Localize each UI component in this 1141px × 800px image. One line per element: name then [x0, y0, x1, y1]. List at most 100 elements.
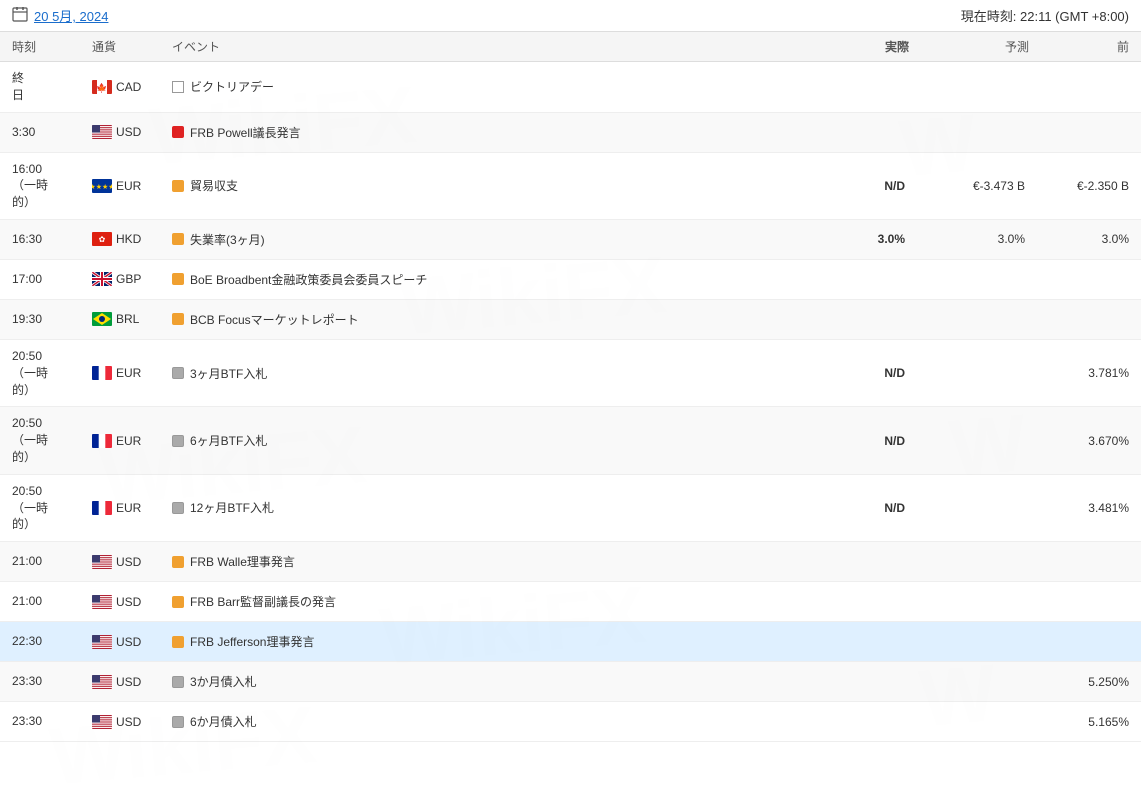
event-name: 12ヶ月BTF入札	[172, 491, 789, 524]
event-currency: USD	[92, 587, 172, 617]
currency-flag	[92, 125, 112, 139]
col-time: 時刻	[12, 38, 92, 55]
event-prev: 3.481%	[1029, 493, 1129, 523]
currency-code: CAD	[116, 80, 141, 94]
event-name: ビクトリアデー	[172, 70, 789, 103]
currency-code: EUR	[116, 501, 141, 515]
event-time: 20:50（一時的）	[12, 475, 92, 541]
event-currency: USD	[92, 667, 172, 697]
event-currency: EUR	[92, 426, 172, 456]
current-time: 現在時刻: 22:11 (GMT +8:00)	[961, 6, 1129, 25]
currency-flag	[92, 555, 112, 569]
event-currency: USD	[92, 117, 172, 147]
event-forecast	[909, 124, 1029, 140]
event-name: FRB Powell議長発言	[172, 116, 789, 149]
event-time: 21:00	[12, 545, 92, 578]
event-actual	[789, 674, 909, 690]
table-row[interactable]: 23:30 USD 3か月債入札 5.250%	[0, 662, 1141, 702]
event-name: 失業率(3ヶ月)	[172, 223, 789, 256]
header: 20 5月, 2024 現在時刻: 22:11 (GMT +8:00)	[0, 0, 1141, 32]
event-currency: BRL	[92, 304, 172, 334]
event-forecast	[909, 674, 1029, 690]
importance-low	[172, 676, 184, 688]
event-time: 終日	[12, 62, 92, 112]
event-actual: 3.0%	[789, 224, 909, 254]
currency-flag	[92, 501, 112, 515]
col-currency: 通貨	[92, 38, 172, 55]
col-event: イベント	[172, 38, 789, 55]
event-prev	[1029, 311, 1129, 327]
event-prev: 3.781%	[1029, 358, 1129, 388]
importance-medium	[172, 273, 184, 285]
event-actual	[789, 594, 909, 610]
table-row[interactable]: 20:50（一時的） EUR 6ヶ月BTF入札 N/D 3.670%	[0, 407, 1141, 474]
event-actual: N/D	[789, 493, 909, 523]
table-row[interactable]: 23:30 USD 6か月債入札 5.165%	[0, 702, 1141, 742]
currency-flag	[92, 675, 112, 689]
importance-medium	[172, 313, 184, 325]
table-row[interactable]: 17:00 GBP BoE Broadbent金融政策委員会委員スピーチ	[0, 260, 1141, 300]
currency-flag: ★★★★★★★★★★★★	[92, 179, 112, 193]
col-forecast: 予測	[909, 38, 1029, 55]
table-row[interactable]: 16:30 ✿ HKD 失業率(3ヶ月) 3.0% 3.0% 3.0%	[0, 220, 1141, 260]
header-date: 20 5月, 2024	[12, 6, 108, 25]
event-time: 22:30	[12, 625, 92, 658]
currency-code: EUR	[116, 179, 141, 193]
currency-code: USD	[116, 125, 141, 139]
svg-text:✿: ✿	[99, 235, 106, 244]
table-row[interactable]: 16:00（一時的） ★★★★★★★★★★★★ EUR 貿易収支 N/D €-3…	[0, 153, 1141, 220]
table-row[interactable]: 3:30 USD FRB Powell議長発言	[0, 113, 1141, 153]
table-row[interactable]: 20:50（一時的） EUR 3ヶ月BTF入札 N/D 3.781%	[0, 340, 1141, 407]
table-row[interactable]: 19:30 BRL BCB Focusマーケットレポート	[0, 300, 1141, 340]
event-time: 3:30	[12, 116, 92, 149]
currency-code: GBP	[116, 272, 141, 286]
table-row[interactable]: 21:00 USD FRB Walle理事発言	[0, 542, 1141, 582]
currency-flag: 🍁	[92, 80, 112, 94]
currency-code: USD	[116, 635, 141, 649]
event-forecast: 3.0%	[909, 224, 1029, 254]
event-prev	[1029, 271, 1129, 287]
event-prev: 3.0%	[1029, 224, 1129, 254]
table-row[interactable]: 20:50（一時的） EUR 12ヶ月BTF入札 N/D 3.481%	[0, 475, 1141, 542]
event-actual: N/D	[789, 358, 909, 388]
event-time: 23:30	[12, 665, 92, 698]
importance-low	[172, 502, 184, 514]
importance-low	[172, 435, 184, 447]
event-prev	[1029, 124, 1129, 140]
event-actual	[789, 79, 909, 95]
event-prev	[1029, 79, 1129, 95]
currency-code: HKD	[116, 232, 141, 246]
importance-medium	[172, 233, 184, 245]
event-actual	[789, 714, 909, 730]
svg-text:🍁: 🍁	[96, 82, 107, 93]
event-forecast	[909, 554, 1029, 570]
event-prev: 5.250%	[1029, 667, 1129, 697]
event-table: 終日 🍁 CAD ビクトリアデー 3:30 USD FRB Powell議長発言…	[0, 62, 1141, 742]
event-actual: N/D	[789, 426, 909, 456]
table-row[interactable]: 終日 🍁 CAD ビクトリアデー	[0, 62, 1141, 113]
event-prev	[1029, 594, 1129, 610]
event-currency: 🍁 CAD	[92, 72, 172, 102]
event-forecast	[909, 79, 1029, 95]
currency-flag	[92, 715, 112, 729]
event-forecast	[909, 594, 1029, 610]
event-forecast: €-3.473 B	[909, 171, 1029, 201]
event-currency: ★★★★★★★★★★★★ EUR	[92, 171, 172, 201]
event-actual	[789, 311, 909, 327]
table-row[interactable]: 22:30 USD FRB Jefferson理事発言	[0, 622, 1141, 662]
event-time: 20:50（一時的）	[12, 340, 92, 406]
event-name: 3ヶ月BTF入札	[172, 357, 789, 390]
event-name: FRB Barr監督副議長の発言	[172, 585, 789, 618]
currency-code: USD	[116, 715, 141, 729]
event-currency: USD	[92, 707, 172, 737]
table-row[interactable]: 21:00 USD FRB Barr監督副議長の発言	[0, 582, 1141, 622]
event-name: BCB Focusマーケットレポート	[172, 303, 789, 336]
date-link[interactable]: 20 5月, 2024	[34, 6, 108, 25]
event-currency: EUR	[92, 358, 172, 388]
calendar-icon	[12, 6, 28, 25]
importance-high	[172, 126, 184, 138]
column-headers: 時刻 通貨 イベント 実際 予測 前	[0, 32, 1141, 62]
importance-none	[172, 81, 184, 93]
importance-medium	[172, 596, 184, 608]
event-time: 16:00（一時的）	[12, 153, 92, 219]
